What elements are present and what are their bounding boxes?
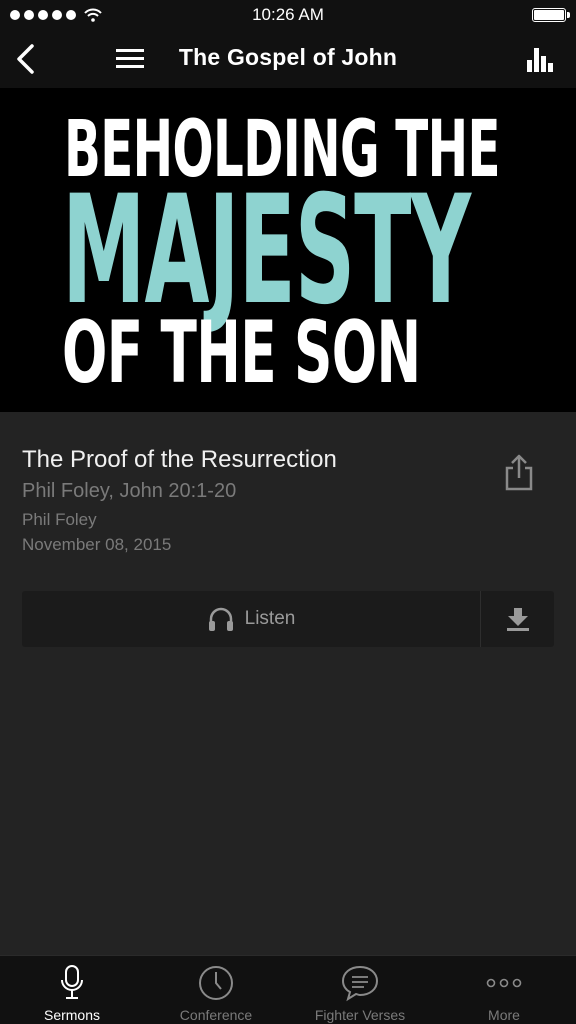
microphone-icon [61, 965, 83, 999]
tab-bar: Sermons Conference Fighter Verses More [0, 955, 576, 1024]
more-dots-icon [486, 978, 522, 988]
download-button[interactable] [481, 591, 554, 647]
share-icon[interactable] [502, 452, 536, 492]
listen-label: Listen [244, 608, 296, 629]
artwork-line-3: OF THE SON [62, 303, 421, 403]
tab-label: Sermons [43, 1007, 101, 1023]
speech-bubble-icon [341, 965, 379, 1002]
sermon-actions: Listen [22, 591, 554, 647]
tab-more[interactable]: More [432, 956, 576, 1024]
tab-label: More [488, 1007, 520, 1023]
wifi-icon [84, 8, 102, 22]
download-icon [506, 608, 529, 631]
clock-icon [199, 966, 233, 1000]
sermon-series-artwork: BEHOLDING THE MAJESTY OF THE SON [0, 88, 576, 412]
sermon-speaker: Phil Foley [22, 510, 97, 529]
tab-label: Conference [179, 1007, 253, 1023]
signal-strength [10, 8, 102, 22]
navigation-bar: The Gospel of John [0, 30, 576, 88]
status-bar: 10:26 AM [0, 0, 576, 30]
page-title: The Gospel of John [178, 44, 398, 70]
battery-icon [532, 8, 570, 22]
sermon-date: November 08, 2015 [22, 535, 172, 554]
headphones-icon [208, 607, 233, 631]
tab-sermons[interactable]: Sermons [0, 956, 144, 1024]
tab-fighter-verses[interactable]: Fighter Verses [288, 956, 432, 1024]
sermon-subtitle: Phil Foley, John 20:1-20 [22, 480, 237, 502]
bar-chart-icon[interactable] [524, 44, 556, 74]
sermon-title: The Proof of the Resurrection [22, 446, 337, 473]
tab-label: Fighter Verses [314, 1007, 406, 1023]
tab-conference[interactable]: Conference [144, 956, 288, 1024]
listen-button[interactable]: Listen [22, 591, 480, 647]
status-time: 10:26 AM [252, 5, 324, 24]
